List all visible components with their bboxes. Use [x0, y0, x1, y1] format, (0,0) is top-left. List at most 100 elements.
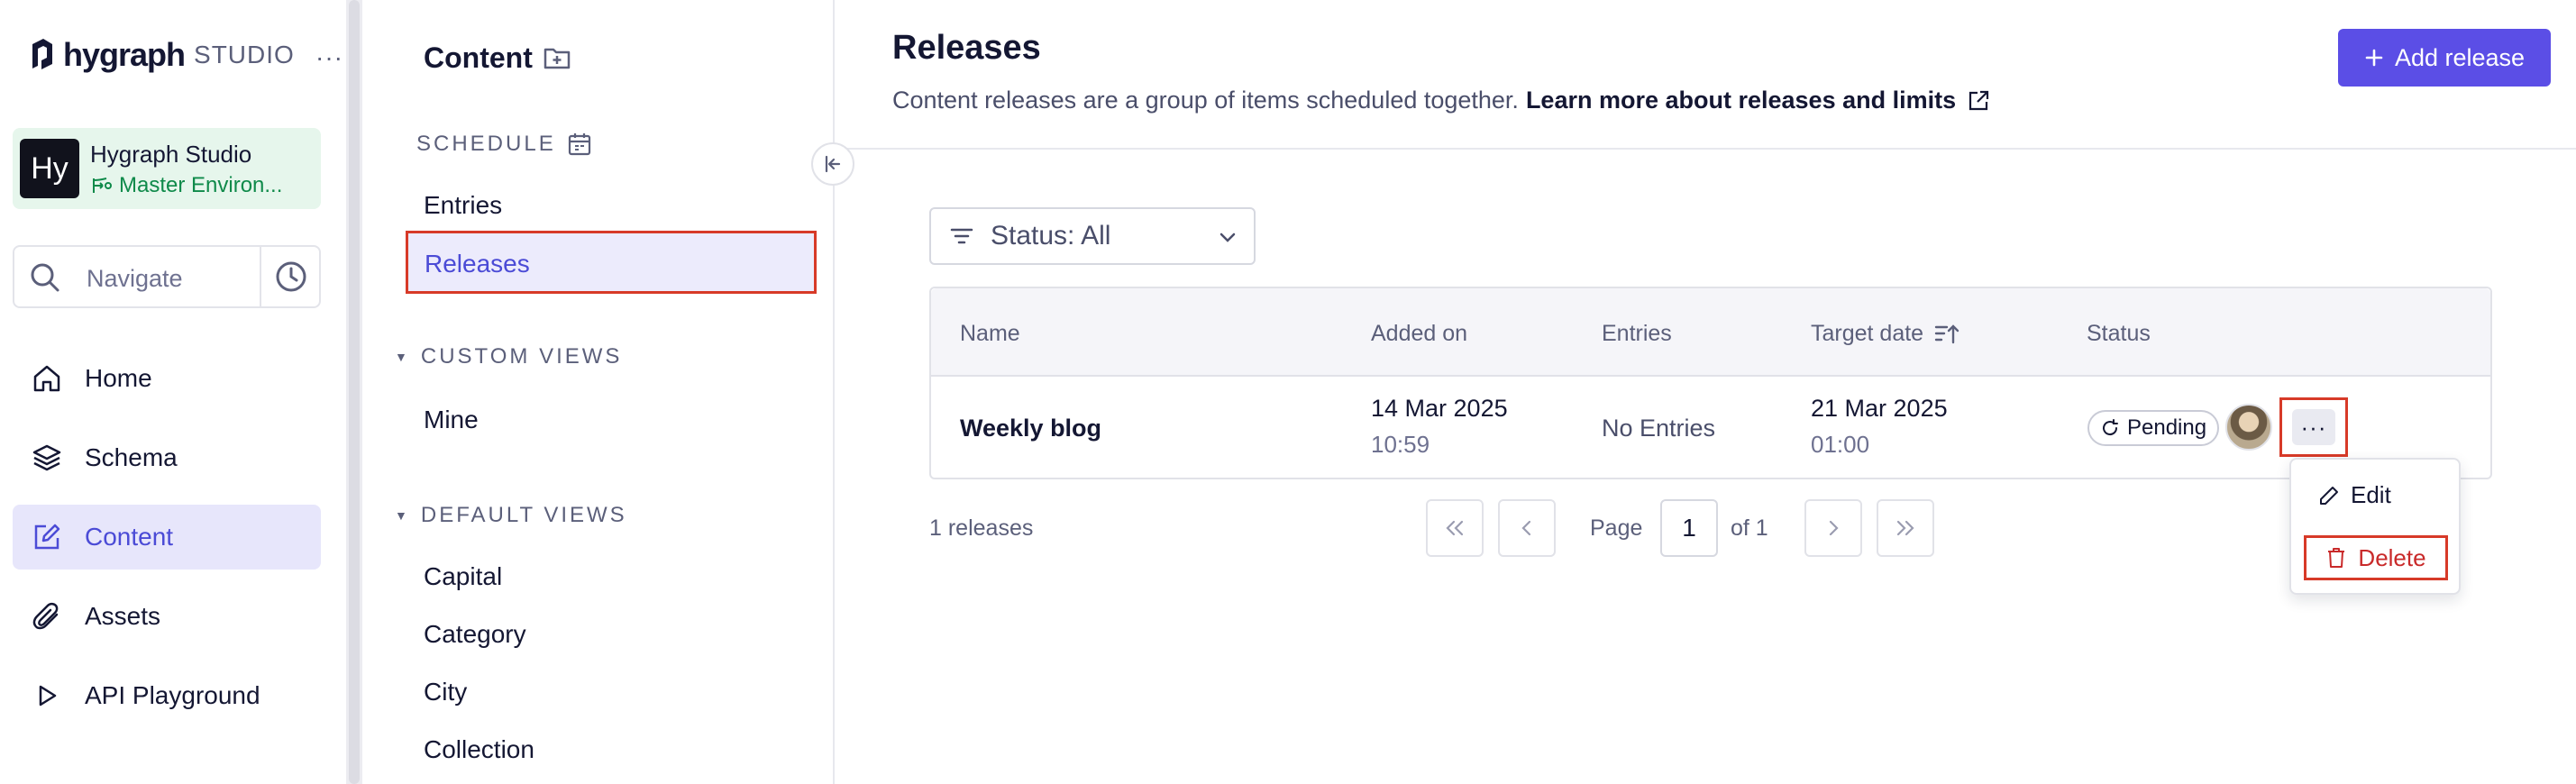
scrollbar-thumb[interactable]: [349, 0, 360, 784]
nav-item-home[interactable]: Home: [13, 346, 321, 411]
add-release-button[interactable]: Add release: [2338, 29, 2551, 87]
calendar-icon: [568, 133, 590, 156]
releases-table: Name Added on Entries Target date Status…: [929, 287, 2492, 479]
schedule-item-releases[interactable]: Releases: [406, 231, 817, 294]
page-total: of 1: [1731, 515, 1768, 541]
left-navigation: hygraph STUDIO ··· Hy Hygraph Studio Mas…: [0, 0, 346, 784]
nav-item-schema[interactable]: Schema: [13, 425, 321, 490]
column-header-entries[interactable]: Entries: [1602, 321, 1672, 347]
default-view-item[interactable]: Capital: [424, 562, 502, 591]
target-date: 21 Mar 2025: [1811, 395, 1948, 422]
column-header-target-date[interactable]: Target date: [1811, 321, 1959, 347]
project-switcher[interactable]: Hy Hygraph Studio Master Environ...: [13, 128, 321, 209]
add-folder-icon[interactable]: [543, 43, 571, 72]
column-header-added-on[interactable]: Added on: [1371, 321, 1467, 347]
page-label: Page: [1590, 515, 1643, 541]
added-on-date: 14 Mar 2025: [1371, 395, 1508, 422]
default-view-item[interactable]: Collection: [424, 735, 534, 764]
default-views-heading[interactable]: ▼ DEFAULT VIEWS: [395, 503, 627, 528]
releases-count: 1 releases: [929, 515, 1034, 541]
chevron-right-icon: [1829, 520, 1839, 536]
learn-more-link[interactable]: Learn more about releases and limits: [1526, 87, 1956, 114]
divider: [260, 247, 261, 306]
nav-item-label: Assets: [85, 602, 161, 630]
navigate-placeholder: Navigate: [87, 265, 183, 292]
nav-item-label: Home: [85, 364, 152, 392]
nav-item-content[interactable]: Content: [13, 505, 321, 570]
column-header-status[interactable]: Status: [2087, 321, 2151, 347]
paperclip-icon: [32, 602, 59, 630]
schedule-item-releases-label: Releases: [425, 250, 530, 278]
next-page-button[interactable]: [1804, 499, 1862, 557]
last-page-button[interactable]: [1877, 499, 1934, 557]
edit-square-icon: [34, 524, 60, 550]
previous-page-button[interactable]: [1498, 499, 1556, 557]
column-header-name[interactable]: Name: [960, 321, 1020, 347]
filter-icon: [950, 228, 973, 244]
branch-icon: [93, 178, 112, 193]
collapse-panel-button[interactable]: [811, 142, 854, 186]
chevrons-right-icon: [1896, 520, 1914, 536]
project-avatar: Hy: [20, 139, 79, 198]
sort-ascending-icon[interactable]: [1934, 323, 1959, 346]
history-clock-icon[interactable]: [274, 260, 308, 294]
play-icon: [39, 685, 57, 707]
table-header: Name Added on Entries Target date Status: [931, 288, 2490, 377]
schedule-item-entries[interactable]: Entries: [424, 191, 502, 220]
status-badge: Pending: [2087, 410, 2220, 446]
status-filter-dropdown[interactable]: Status: All: [929, 207, 1256, 265]
default-view-item[interactable]: Category: [424, 620, 526, 649]
default-view-item[interactable]: City: [424, 678, 467, 707]
environment-label: Master Environ...: [90, 173, 314, 198]
hygraph-logo[interactable]: hygraph STUDIO: [29, 36, 295, 74]
main-area: Releases Content releases are a group of…: [836, 0, 2576, 784]
pencil-icon: [2320, 486, 2338, 505]
nav-item-api-playground[interactable]: API Playground: [13, 663, 321, 728]
nav-item-label: Schema: [85, 443, 178, 471]
default-views-heading-label: DEFAULT VIEWS: [420, 503, 627, 527]
collapse-left-icon: [825, 155, 841, 173]
schedule-heading: SCHEDULE: [416, 132, 592, 157]
nav-item-assets[interactable]: Assets: [13, 584, 321, 649]
menu-item-edit-label: Edit: [2351, 481, 2391, 508]
menu-item-delete[interactable]: Delete: [2304, 535, 2448, 580]
status-badge-label: Pending: [2127, 415, 2207, 440]
caret-down-icon: ▼: [395, 508, 410, 523]
added-on-time: 10:59: [1371, 431, 1430, 458]
page-title: Releases: [892, 29, 1041, 67]
hygraph-logo-icon: [32, 39, 52, 69]
custom-views-heading-label: CUSTOM VIEWS: [420, 344, 623, 369]
entries-value: No Entries: [1602, 415, 1716, 442]
add-release-label: Add release: [2394, 43, 2526, 71]
chevrons-left-icon: [1446, 520, 1464, 536]
environment-name: Master Environ...: [119, 173, 283, 197]
menu-item-delete-label: Delete: [2358, 543, 2426, 571]
chevron-down-icon: [1219, 232, 1236, 242]
avatar[interactable]: [2225, 404, 2272, 451]
plus-icon: [2365, 49, 2383, 67]
caret-down-icon: ▼: [395, 350, 410, 364]
custom-view-item[interactable]: Mine: [424, 406, 479, 434]
chevron-left-icon: [1521, 520, 1531, 536]
first-page-button[interactable]: [1426, 499, 1484, 557]
sidebar-scrollbar[interactable]: [346, 0, 362, 784]
page-number-input[interactable]: 1: [1660, 499, 1718, 557]
navigate-search[interactable]: Navigate: [13, 245, 321, 308]
schedule-heading-label: SCHEDULE: [416, 132, 556, 156]
logo-wordmark: hygraph: [63, 36, 186, 73]
external-link-icon[interactable]: [1967, 89, 1990, 113]
custom-views-heading[interactable]: ▼ CUSTOM VIEWS: [395, 344, 622, 369]
more-options-icon[interactable]: ···: [315, 43, 343, 72]
release-name[interactable]: Weekly blog: [960, 415, 1101, 442]
description-text: Content releases are a group of items sc…: [892, 87, 1519, 114]
more-horizontal-icon: ···: [2292, 409, 2335, 445]
status-filter-label: Status: All: [991, 221, 1111, 251]
nav-item-label: API Playground: [85, 681, 260, 709]
nav-item-label: Content: [85, 523, 174, 551]
home-icon: [33, 365, 60, 392]
menu-item-edit[interactable]: Edit: [2318, 481, 2391, 509]
row-actions-button[interactable]: ···: [2279, 397, 2348, 457]
layers-icon: [32, 444, 61, 471]
search-icon: [31, 263, 59, 292]
header-divider: [836, 148, 2576, 150]
